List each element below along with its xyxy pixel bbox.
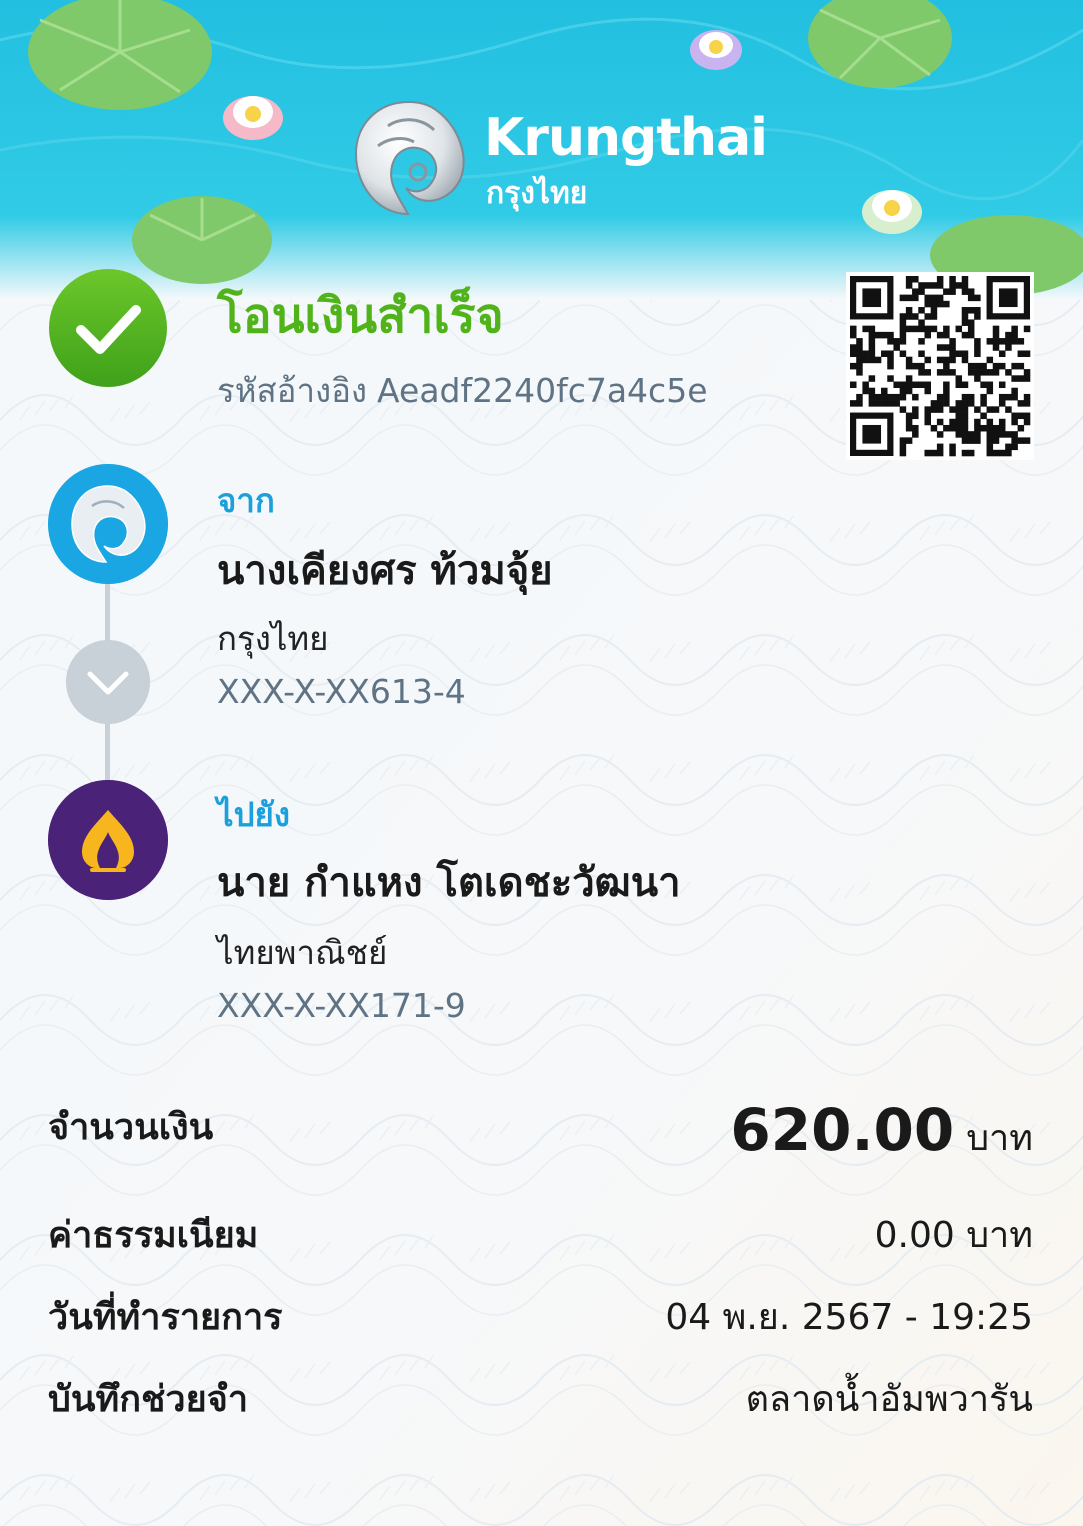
lotus-flower-2 (690, 30, 742, 70)
qr-code[interactable] (846, 272, 1034, 460)
fee-value: 0.00 บาท (874, 1215, 1033, 1256)
reference-code: Aeadf2240fc7a4c5e (377, 371, 708, 410)
amount-row-value: 620.00 บาท (730, 1096, 1033, 1166)
reference-label: รหัสอ้างอิง (217, 371, 368, 410)
to-account: XXX-X-XX171-9 (217, 986, 466, 1025)
chevron-down-icon (66, 640, 150, 724)
to-name: นาย กำแหง โตเดชะวัฒนา (217, 860, 681, 906)
from-account: XXX-X-XX613-4 (217, 672, 466, 711)
from-bank: กรุงไทย (217, 619, 329, 658)
from-name: นางเคียงศร ท้วมจุ้ย (217, 548, 553, 594)
krungthai-logo-icon (354, 100, 465, 216)
date-value: 04 พ.ย. 2567 - 19:25 (665, 1297, 1033, 1338)
amount-value: 620.00 (730, 1096, 955, 1164)
amount-label: จำนวนเงิน (48, 1107, 214, 1148)
check-circle-icon (49, 269, 167, 387)
lotus-flower-3 (862, 190, 922, 234)
memo-value: ตลาดน้ำอัมพวารัน (745, 1379, 1033, 1420)
fee-label: ค่าธรรมเนียม (48, 1215, 259, 1256)
to-bank: ไทยพาณิชย์ (217, 933, 388, 972)
to-label: ไปยัง (217, 795, 290, 834)
from-label: จาก (217, 481, 275, 520)
amount-unit: บาท (966, 1118, 1033, 1159)
krungthai-bank-avatar-icon (48, 464, 168, 584)
scb-bank-avatar-icon (48, 780, 168, 900)
brand-name-thai: กรุงไทย (486, 176, 588, 211)
brand-name: Krungthai (484, 108, 768, 168)
status-title: โอนเงินสำเร็จ (217, 288, 504, 344)
memo-label: บันทึกช่วยจำ (48, 1379, 249, 1420)
transfer-slip: Krungthai กรุงไทย โอนเงินสำเร็จ รหัสอ้าง… (0, 0, 1083, 1526)
date-label: วันที่ทำรายการ (48, 1297, 283, 1338)
lotus-flower-1 (223, 96, 283, 140)
reference-row: รหัสอ้างอิง Aeadf2240fc7a4c5e (217, 364, 708, 417)
